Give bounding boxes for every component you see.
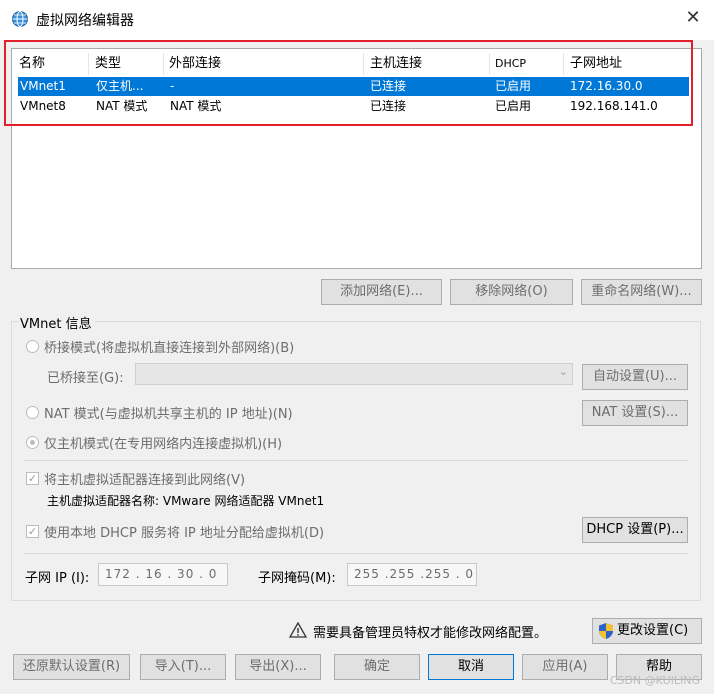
warning-icon bbox=[289, 622, 307, 638]
use-dhcp-label: 使用本地 DHCP 服务将 IP 地址分配给虚拟机(D) bbox=[44, 526, 325, 541]
bridged-to-label: 已桥接至(G): bbox=[47, 371, 124, 386]
bridged-mode-label: 桥接模式(将虚拟机直接连接到外部网络)(B) bbox=[44, 341, 295, 356]
import-button[interactable]: 导入(T)... bbox=[140, 654, 226, 680]
shield-icon bbox=[599, 623, 613, 639]
restore-defaults-button[interactable]: 还原默认设置(R) bbox=[13, 654, 130, 680]
subnet-ip-label: 子网 IP (I): bbox=[25, 571, 90, 586]
rename-network-button[interactable]: 重命名网络(W)... bbox=[581, 279, 702, 305]
change-settings-button[interactable]: 更改设置(C) bbox=[592, 618, 702, 644]
subnet-ip-input[interactable]: 172 . 16 . 30 . 0 bbox=[98, 563, 228, 586]
admin-notice-text: 需要具备管理员特权才能修改网络配置。 bbox=[313, 626, 548, 641]
vmnet-info-label: VMnet 信息 bbox=[19, 313, 95, 332]
connect-adapter-label: 将主机虚拟适配器连接到此网络(V) bbox=[44, 473, 246, 488]
bridged-to-select[interactable]: ⌄ bbox=[135, 363, 573, 385]
network-globe-icon bbox=[12, 11, 28, 27]
change-settings-label: 更改设置(C) bbox=[617, 623, 689, 638]
close-icon[interactable]: ✕ bbox=[683, 8, 703, 28]
nat-settings-button[interactable]: NAT 设置(S)... bbox=[582, 400, 688, 426]
bridged-mode-radio[interactable] bbox=[26, 340, 39, 353]
subnet-mask-input[interactable]: 255 .255 .255 . 0 bbox=[347, 563, 477, 586]
auto-settings-button[interactable]: 自动设置(U)... bbox=[582, 364, 688, 390]
chevron-down-icon: ⌄ bbox=[558, 365, 568, 378]
section-divider bbox=[24, 460, 688, 461]
nat-mode-label: NAT 模式(与虚拟机共享主机的 IP 地址)(N) bbox=[44, 407, 293, 422]
host-only-mode-radio[interactable] bbox=[26, 436, 39, 449]
use-dhcp-checkbox[interactable]: ✓ bbox=[26, 525, 39, 538]
subnet-mask-label: 子网掩码(M): bbox=[258, 571, 336, 586]
apply-button[interactable]: 应用(A) bbox=[522, 654, 608, 680]
remove-network-button[interactable]: 移除网络(O) bbox=[450, 279, 573, 305]
adapter-name-text: 主机虚拟适配器名称: VMware 网络适配器 VMnet1 bbox=[47, 494, 325, 508]
host-only-mode-label: 仅主机模式(在专用网络内连接虚拟机)(H) bbox=[44, 437, 283, 452]
window-title: 虚拟网络编辑器 bbox=[36, 13, 134, 29]
section-divider bbox=[24, 553, 688, 554]
connect-adapter-checkbox[interactable]: ✓ bbox=[26, 472, 39, 485]
nat-mode-radio[interactable] bbox=[26, 406, 39, 419]
cancel-button[interactable]: 取消 bbox=[428, 654, 514, 680]
add-network-button[interactable]: 添加网络(E)... bbox=[321, 279, 442, 305]
watermark-text: CSDN @KUILING bbox=[609, 674, 700, 687]
annotation-highlight-box bbox=[4, 40, 693, 126]
dhcp-settings-button[interactable]: DHCP 设置(P)... bbox=[582, 517, 688, 543]
ok-button[interactable]: 确定 bbox=[334, 654, 420, 680]
export-button[interactable]: 导出(X)... bbox=[235, 654, 321, 680]
